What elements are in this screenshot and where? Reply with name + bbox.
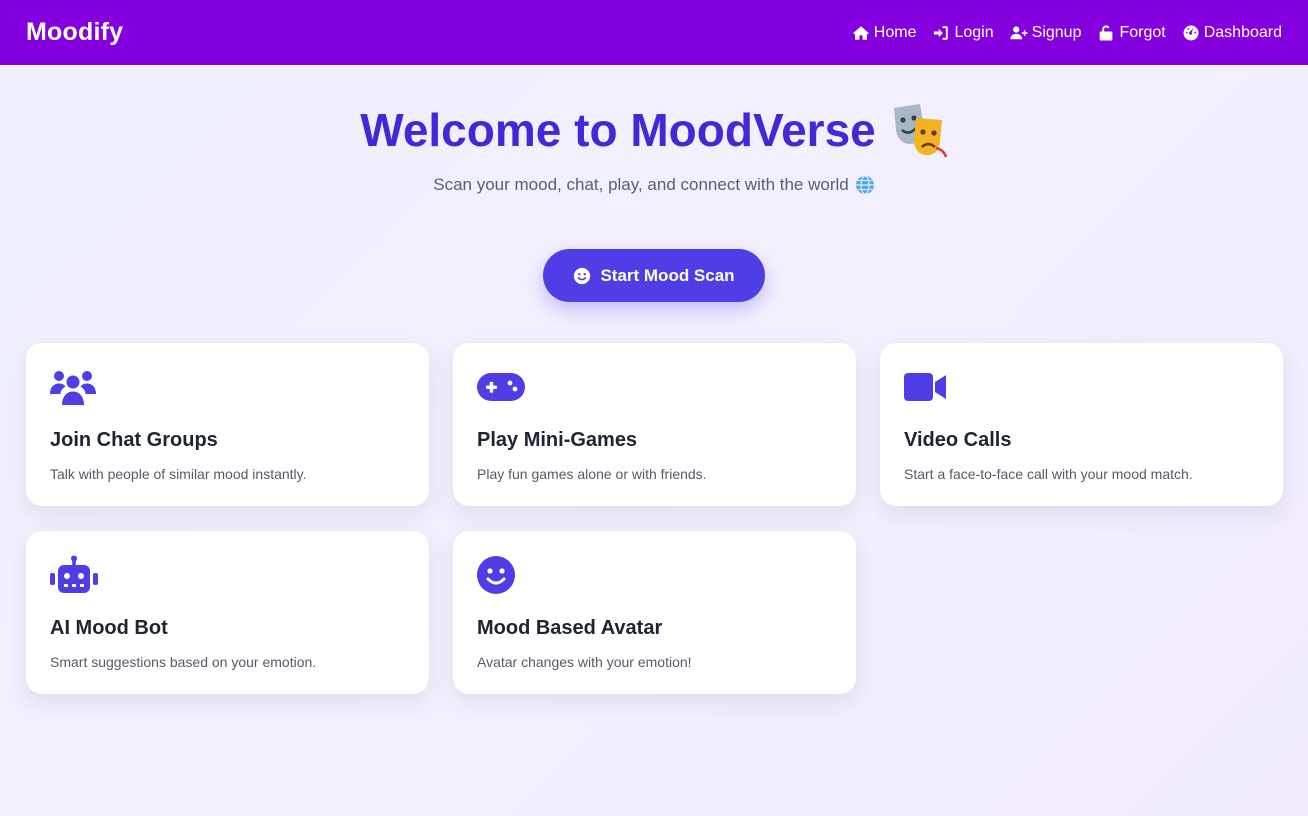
unlock-icon — [1100, 24, 1113, 40]
user-plus-icon — [1009, 25, 1028, 39]
theater-masks-icon — [893, 104, 947, 158]
nav-login[interactable]: Login — [932, 23, 994, 42]
feature-card-video-calls[interactable]: Video Calls Start a face-to-face call wi… — [880, 343, 1283, 506]
nav-forgot[interactable]: Forgot — [1097, 23, 1166, 42]
nav-home-label: Home — [873, 23, 917, 41]
card-description: Avatar changes with your emotion! — [477, 654, 692, 670]
card-title: Video Calls — [904, 429, 1012, 451]
sign-in-icon — [934, 25, 949, 40]
start-mood-scan-button[interactable]: Start Mood Scan — [543, 249, 765, 302]
page-subtitle-text: Scan your mood, chat, play, and connect … — [433, 175, 849, 194]
card-title: Play Mini-Games — [477, 429, 638, 451]
card-title: Mood Based Avatar — [477, 617, 663, 639]
feature-card-ai-mood-bot[interactable]: AI Mood Bot Smart suggestions based on y… — [26, 531, 429, 694]
nav-dashboard-label: Dashboard — [1203, 23, 1282, 41]
gamepad-icon — [477, 373, 525, 401]
card-description: Play fun games alone or with friends. — [477, 466, 707, 482]
feature-card-mini-games[interactable]: Play Mini-Games Play fun games alone or … — [453, 343, 856, 506]
feature-card-mood-avatar[interactable]: Mood Based Avatar Avatar changes with yo… — [453, 531, 856, 694]
users-icon — [50, 371, 96, 405]
gauge-icon — [1183, 25, 1199, 40]
nav-signup[interactable]: Signup — [1009, 23, 1082, 42]
start-mood-scan-label: Start Mood Scan — [600, 265, 735, 285]
card-description: Start a face-to-face call with your mood… — [904, 466, 1193, 482]
card-description: Talk with people of similar mood instant… — [50, 466, 307, 482]
nav-signup-label: Signup — [1031, 23, 1082, 41]
robot-icon — [50, 555, 98, 593]
brand-logo[interactable]: Moodify — [26, 18, 123, 47]
smiley-icon — [477, 556, 515, 594]
nav-forgot-label: Forgot — [1119, 23, 1166, 41]
nav-dashboard[interactable]: Dashboard — [1182, 24, 1282, 42]
video-camera-icon — [904, 373, 946, 401]
smiley-icon — [574, 267, 591, 284]
globe-icon — [855, 175, 874, 195]
nav-home[interactable]: Home — [852, 23, 917, 42]
navbar: Moodify Home Login Signup Forgot Dashboa… — [0, 0, 1308, 65]
feature-card-chat-groups[interactable]: Join Chat Groups Talk with people of sim… — [26, 343, 429, 506]
page-title-text: Welcome to MoodVerse — [360, 104, 876, 156]
page-subtitle: Scan your mood, chat, play, and connect … — [0, 175, 1308, 195]
card-description: Smart suggestions based on your emotion. — [50, 654, 317, 670]
card-title: AI Mood Bot — [50, 617, 168, 639]
page-title: Welcome to MoodVerse — [0, 102, 1308, 158]
nav-login-label: Login — [954, 23, 994, 41]
card-title: Join Chat Groups — [50, 429, 218, 451]
nav-links: Home Login Signup Forgot Dashboard — [852, 24, 1282, 42]
home-icon — [852, 25, 869, 40]
